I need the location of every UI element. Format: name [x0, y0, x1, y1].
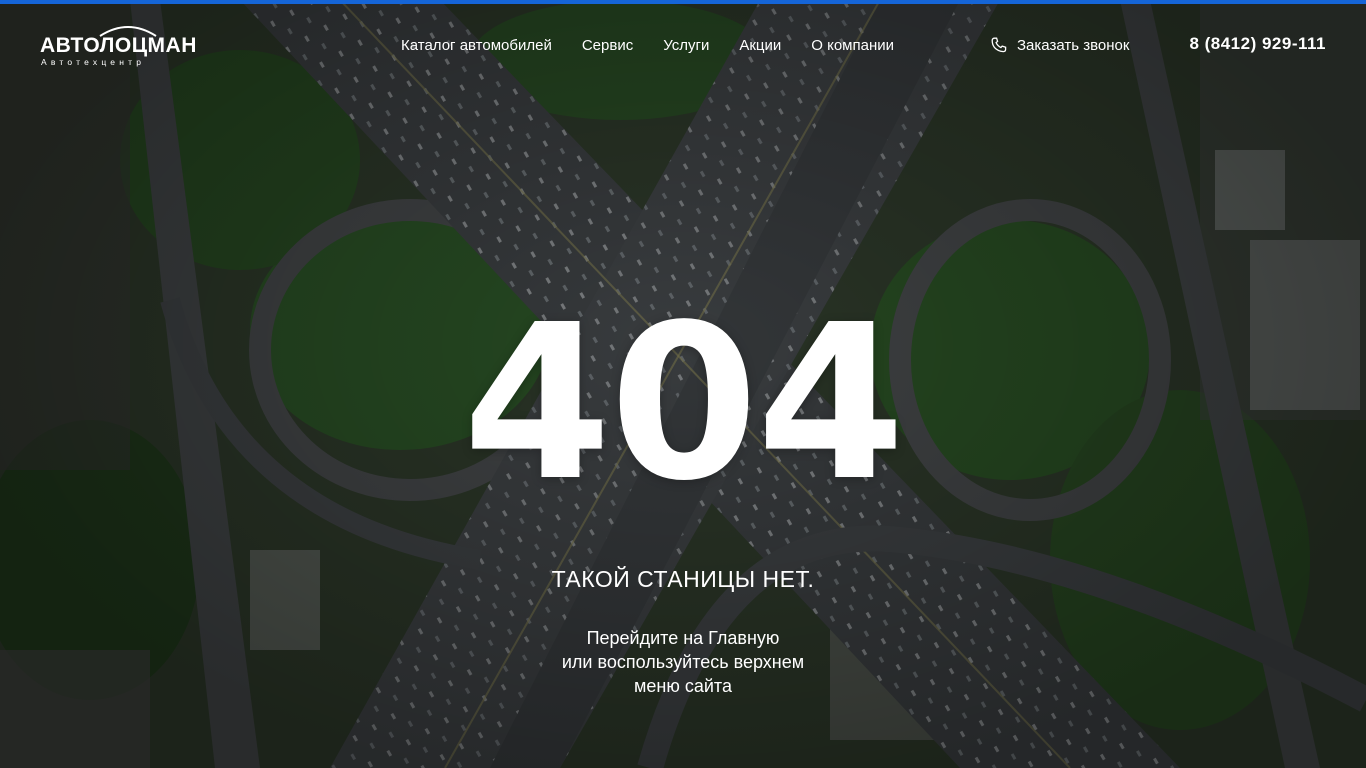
- site-header: АВТОЛОЦМАН Автотехцентр Каталог автомоби…: [0, 4, 1366, 84]
- site-logo[interactable]: АВТОЛОЦМАН Автотехцентр: [40, 22, 205, 72]
- nav-item-catalog[interactable]: Каталог автомобилей: [401, 37, 552, 54]
- error-hint: Перейдите на Главную или воспользуйтесь …: [483, 626, 883, 698]
- hint-line-3: меню сайта: [634, 676, 732, 696]
- callback-button[interactable]: Заказать звонок: [991, 35, 1129, 55]
- nav-item-about[interactable]: О компании: [811, 37, 894, 54]
- nav-item-services[interactable]: Услуги: [663, 37, 709, 54]
- nav-item-promotions[interactable]: Акции: [739, 37, 781, 54]
- main-nav: Каталог автомобилей Сервис Услуги Акции …: [401, 35, 924, 55]
- top-accent-bar: [0, 0, 1366, 4]
- page: АВТОЛОЦМАН Автотехцентр Каталог автомоби…: [0, 0, 1366, 768]
- hint-line-2: или воспользуйтесь верхнем: [561, 652, 805, 672]
- logo-wordmark: АВТОЛОЦМАН: [40, 34, 197, 57]
- phone-number-link[interactable]: 8 (8412) 929-111: [1189, 34, 1326, 54]
- nav-item-service[interactable]: Сервис: [582, 37, 633, 54]
- error-headline: ТАКОЙ СТАНИЦЫ НЕТ.: [551, 566, 815, 592]
- callback-label: Заказать звонок: [1017, 36, 1130, 54]
- error-code: 404: [462, 279, 906, 528]
- home-link[interactable]: Перейдите на Главную: [587, 628, 780, 648]
- logo-tagline: Автотехцентр: [41, 57, 146, 67]
- phone-icon: [991, 37, 1007, 53]
